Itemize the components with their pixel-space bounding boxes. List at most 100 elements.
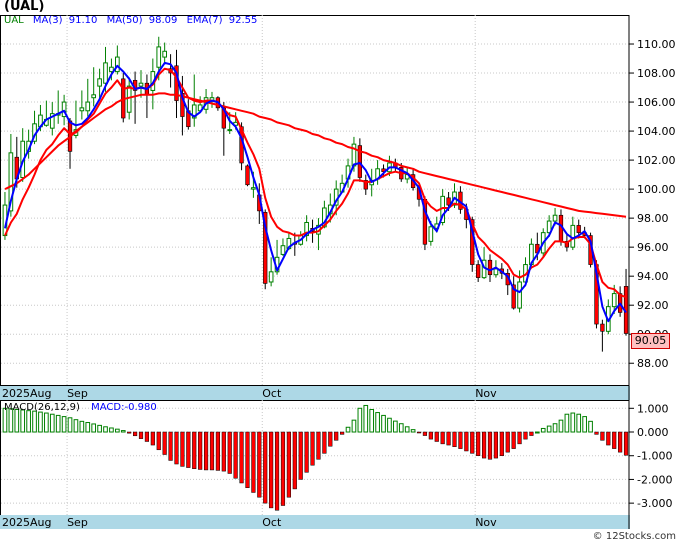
candle-body-up — [570, 224, 576, 248]
macd-bar-negative — [221, 431, 226, 472]
price-tick-label: 88.00 — [637, 357, 669, 370]
macd-bar-negative — [618, 431, 623, 453]
macd-panel-frame — [0, 400, 630, 516]
macd-bar-positive — [393, 420, 398, 433]
macd-bar-negative — [162, 431, 167, 455]
price-tick-label: 108.00 — [637, 67, 676, 80]
macd-bar-negative — [144, 431, 150, 442]
macd-bar-positive — [61, 416, 67, 433]
macd-tick-label: -2.000 — [637, 473, 672, 486]
legend-ticker: UAL — [4, 15, 24, 26]
macd-bar-positive — [73, 419, 79, 433]
candle-body-down — [245, 165, 250, 186]
date-label: Nov — [475, 387, 497, 400]
macd-bar-positive — [109, 427, 114, 433]
macd-bar-positive — [351, 419, 357, 433]
price-tick-label: 102.00 — [637, 154, 676, 167]
macd-bar-negative — [523, 431, 528, 440]
candle-body-up — [156, 46, 162, 68]
macd-tick-label: -3.000 — [637, 497, 672, 510]
macd-bar-negative — [493, 431, 498, 459]
price-tick-label: 98.00 — [637, 212, 669, 225]
macd-bar-negative — [174, 431, 179, 465]
macd-legend-value: MACD:-0.980 — [91, 402, 157, 413]
macd-bar-positive — [582, 416, 587, 433]
candle-body-up — [251, 187, 256, 190]
macd-bar-negative — [334, 431, 339, 441]
macd-bar-positive — [79, 420, 85, 433]
macd-bar-negative — [623, 431, 629, 456]
legend-ma50-label: MA(50) — [106, 15, 143, 26]
candle-body-down — [576, 225, 581, 233]
macd-bar-positive — [91, 423, 97, 433]
macd-bar-negative — [227, 431, 232, 474]
macd-bar-negative — [505, 431, 510, 453]
candle-body-up — [79, 107, 85, 112]
macd-bar-negative — [440, 431, 445, 445]
macd-bar-positive — [67, 417, 73, 433]
macd-bar-positive — [44, 412, 49, 433]
macd-bar-negative — [286, 431, 291, 498]
candle-body-up — [85, 101, 91, 112]
candle-body-up — [268, 271, 274, 283]
macd-date-band — [0, 515, 630, 529]
price-chart: 88.0090.0092.0094.0096.0098.00100.00102.… — [0, 15, 676, 529]
price-tick-label: 100.00 — [637, 183, 676, 196]
macd-bar-negative — [127, 431, 132, 434]
last-price-label: 90.05 — [631, 333, 670, 349]
macd-bar-negative — [233, 431, 238, 479]
macd-legend-label: MACD(26,12,9) — [4, 402, 80, 413]
macd-bar-negative — [422, 431, 428, 436]
candle-body-up — [162, 50, 167, 58]
macd-bar-positive — [38, 411, 43, 433]
macd-bar-negative — [168, 431, 173, 461]
price-tick-label: 92.00 — [637, 299, 669, 312]
macd-bar-negative — [316, 431, 321, 460]
macd-bar-negative — [186, 431, 191, 468]
macd-bar-negative — [198, 431, 203, 470]
macd-bar-positive — [546, 425, 552, 433]
macd-bar-negative — [192, 431, 197, 470]
macd-bar-negative — [215, 431, 220, 471]
macd-date-label: Oct — [262, 516, 282, 529]
legend-ma3-value: 91.10 — [68, 15, 98, 26]
macd-bar-positive — [97, 424, 102, 433]
macd-bar-negative — [274, 431, 280, 511]
macd-bar-positive — [103, 426, 108, 433]
macd-bar-negative — [517, 431, 522, 445]
date-label: 2025Aug — [2, 387, 51, 400]
candle-body-up — [138, 82, 144, 87]
macd-bar-positive — [398, 423, 404, 433]
macd-bar-positive — [120, 430, 126, 433]
macd-bar-negative — [263, 431, 268, 504]
macd-bar-negative — [499, 431, 504, 456]
price-tick-label: 94.00 — [637, 270, 669, 283]
macd-bar-positive — [570, 412, 576, 433]
macd-bar-negative — [245, 431, 250, 488]
macd-bar-negative — [458, 431, 463, 449]
macd-bar-negative — [150, 431, 155, 446]
candle-body-down — [487, 259, 493, 276]
macd-bar-negative — [606, 431, 611, 446]
macd-bar-negative — [340, 431, 345, 435]
macd-tick-label: -1.000 — [637, 450, 672, 463]
macd-bar-negative — [310, 431, 315, 466]
macd-bar-negative — [487, 431, 493, 460]
macd-bar-negative — [511, 431, 516, 449]
macd-bar-negative — [476, 431, 481, 456]
macd-bar-negative — [470, 431, 475, 454]
macd-bar-negative — [239, 431, 244, 484]
candle-body-up — [493, 268, 499, 276]
macd-bar-positive — [115, 428, 120, 433]
candle-body-up — [103, 62, 108, 84]
macd-bar-positive — [576, 413, 582, 433]
candle-body-down — [476, 264, 481, 278]
macd-bar-negative — [416, 431, 422, 434]
macd-bar-negative — [292, 431, 297, 490]
macd-bar-negative — [280, 431, 286, 506]
macd-bar-positive — [85, 422, 91, 433]
macd-bar-positive — [49, 413, 55, 433]
macd-bar-negative — [612, 431, 617, 449]
macd-bar-positive — [345, 426, 351, 433]
candle-body-down — [600, 323, 605, 332]
